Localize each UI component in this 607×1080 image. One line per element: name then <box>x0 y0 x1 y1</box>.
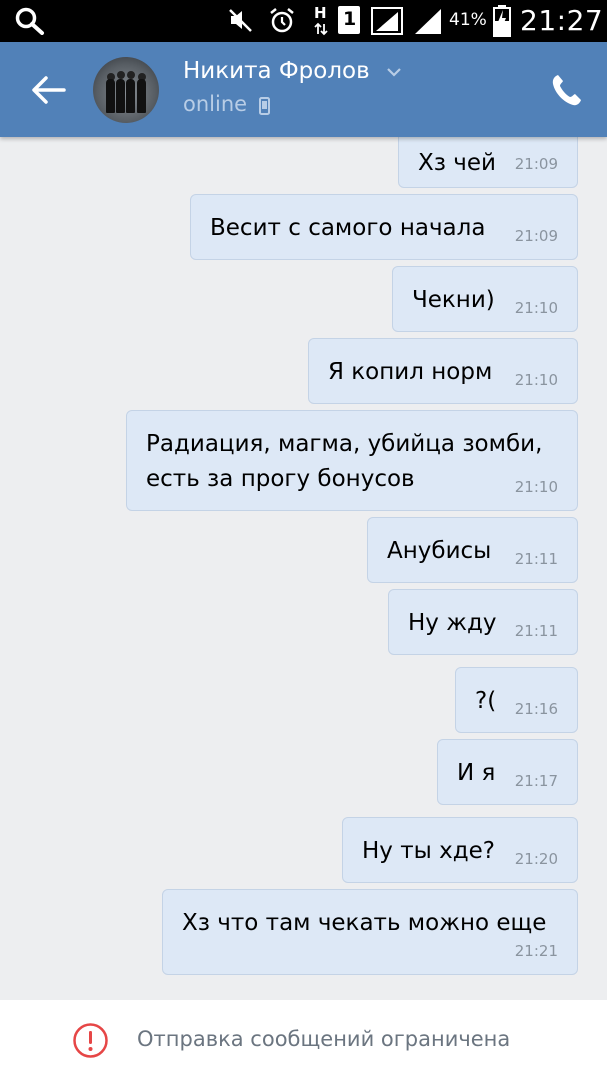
contact-name[interactable]: Никита Фролов <box>183 58 370 84</box>
message-time: 21:21 <box>514 942 558 960</box>
search-icon[interactable] <box>14 7 46 35</box>
message-bubble[interactable]: Весит с самого начала 21:09 <box>190 194 578 260</box>
message-time: 21:11 <box>514 622 558 640</box>
message-time: 21:10 <box>514 299 558 317</box>
message-bubble[interactable]: Я копил норм 21:10 <box>308 338 578 404</box>
message-bubble[interactable]: Радиация, магма, убийца зомби, есть за п… <box>126 410 578 511</box>
message-text: Я копил норм <box>328 359 493 385</box>
call-icon[interactable] <box>551 73 583 107</box>
signal-strength-sim2-icon <box>415 9 441 34</box>
message-text: ?( <box>475 688 497 714</box>
message-text: Ну жду <box>408 610 497 636</box>
message-text: И я <box>457 760 496 786</box>
message-time: 21:20 <box>514 850 558 868</box>
message-time: 21:09 <box>514 155 558 173</box>
contact-status: online <box>183 92 248 116</box>
sim-card-icon: 1 <box>338 6 360 34</box>
battery-charging-icon <box>493 5 511 37</box>
battery-percent: 41% <box>449 10 487 30</box>
message-text: Анубисы <box>387 538 492 564</box>
warning-icon <box>73 1023 108 1058</box>
back-arrow-icon[interactable] <box>28 72 68 108</box>
message-text: Чекни) <box>412 287 495 313</box>
avatar[interactable] <box>93 57 159 123</box>
message-restricted-bar: Отправка сообщений ограничена <box>0 1000 607 1080</box>
alarm-icon <box>270 8 294 33</box>
message-text: Ну ты хде? <box>362 838 495 864</box>
message-bubble[interactable]: Ну жду 21:11 <box>388 589 578 655</box>
mobile-phone-icon <box>259 97 270 115</box>
network-type-indicator: H <box>312 4 330 38</box>
message-bubble[interactable]: ?( 21:16 <box>455 667 578 733</box>
message-time: 21:09 <box>514 227 558 245</box>
message-text: Радиация, магма, убийца зомби, есть за п… <box>146 431 543 492</box>
clock: 21:27 <box>520 4 604 37</box>
message-text: Хз что там чекать можно еще <box>182 910 547 936</box>
message-time: 21:11 <box>514 550 558 568</box>
message-bubble[interactable]: И я 21:17 <box>437 739 578 805</box>
message-text: Весит с самого начала <box>210 215 486 241</box>
message-bubble[interactable]: Ну ты хде? 21:20 <box>342 817 578 883</box>
data-arrows-icon <box>314 22 328 36</box>
message-text: Хз чей <box>418 150 496 176</box>
message-time: 21:10 <box>514 478 558 496</box>
mute-icon <box>229 9 252 32</box>
message-time: 21:16 <box>514 700 558 718</box>
signal-strength-sim1-icon <box>371 7 403 35</box>
chevron-down-icon[interactable] <box>386 66 402 78</box>
message-time: 21:17 <box>514 772 558 790</box>
status-bar: H 1 41% 21:27 <box>0 0 607 42</box>
message-list[interactable]: Хз чей 21:09 Весит с самого начала 21:09… <box>0 137 607 1000</box>
message-bubble[interactable]: Анубисы 21:11 <box>367 517 578 583</box>
chat-header: Никита Фролов online <box>0 42 607 137</box>
message-bubble[interactable]: Хз что там чекать можно еще 21:21 <box>162 889 578 975</box>
message-bubble[interactable]: Хз чей 21:09 <box>398 137 578 188</box>
restriction-notice: Отправка сообщений ограничена <box>137 1027 511 1051</box>
message-bubble[interactable]: Чекни) 21:10 <box>392 266 578 332</box>
message-time: 21:10 <box>514 371 558 389</box>
